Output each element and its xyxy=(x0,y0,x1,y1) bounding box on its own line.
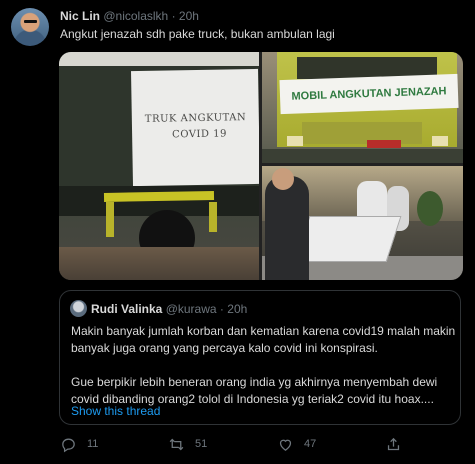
author-handle[interactable]: @nicolaslkh xyxy=(103,9,168,23)
media-grid: TRUK ANGKUTAN COVID 19 MOBIL ANGKUTAN JE… xyxy=(59,52,463,280)
quoted-tweet[interactable]: Rudi Valinka @kurawa · 20h Makin banyak … xyxy=(59,290,461,425)
author-name[interactable]: Nic Lin xyxy=(60,9,100,23)
like-button[interactable]: 47 xyxy=(277,432,316,456)
photo-truck-front[interactable]: MOBIL ANGKUTAN JENAZAH xyxy=(262,52,463,163)
license-plate xyxy=(367,140,401,148)
show-thread-link[interactable]: Show this thread xyxy=(71,404,160,418)
share-icon xyxy=(387,437,400,450)
tweet-text: Angkut jenazah sdh pake truck, bukan amb… xyxy=(60,27,335,41)
retweet-button[interactable]: 51 xyxy=(168,432,207,456)
reply-icon xyxy=(62,438,75,452)
tweet-actions: 11 51 47 xyxy=(0,432,475,456)
quoted-author-handle: @kurawa xyxy=(165,302,217,316)
truck-banner-line1: TRUK ANGKUTAN xyxy=(144,112,247,125)
share-button[interactable] xyxy=(385,432,402,456)
photo-coffin-loading[interactable] xyxy=(262,166,463,280)
quoted-paragraph-2: Gue berpikir lebih beneran orang india y… xyxy=(71,375,438,406)
retweet-icon xyxy=(169,438,184,450)
like-count: 47 xyxy=(304,438,317,450)
hearse-banner: MOBIL ANGKUTAN JENAZAH xyxy=(279,73,459,115)
photo-truck-covid[interactable]: TRUK ANGKUTAN COVID 19 xyxy=(59,52,259,280)
quoted-tweet-text: Makin banyak jumlah korban dan kematian … xyxy=(71,323,456,408)
reply-count: 11 xyxy=(87,438,99,450)
quoted-paragraph-1: Makin banyak jumlah korban dan kematian … xyxy=(71,324,456,355)
tweet[interactable]: Nic Lin @nicolaslkh · 20h Angkut jenazah… xyxy=(0,0,475,464)
author-avatar[interactable] xyxy=(11,8,49,46)
quoted-tweet-header: Rudi Valinka @kurawa · 20h xyxy=(91,302,247,316)
truck-banner: TRUK ANGKUTAN COVID 19 xyxy=(131,68,259,187)
retweet-count: 51 xyxy=(195,438,208,450)
truck-banner-line2: COVID 19 xyxy=(172,128,227,141)
quoted-dot-separator: · xyxy=(219,302,224,316)
quoted-tweet-time: 20h xyxy=(227,302,248,316)
quoted-author-name: Rudi Valinka xyxy=(91,302,163,316)
reply-button[interactable]: 11 xyxy=(60,432,98,456)
coffin xyxy=(294,216,402,262)
tweet-header: Nic Lin @nicolaslkh · 20h xyxy=(60,9,199,23)
quoted-author-avatar xyxy=(70,300,87,317)
tweet-time[interactable]: 20h xyxy=(179,9,199,23)
dot-separator: · xyxy=(171,9,176,23)
heart-icon xyxy=(279,439,292,451)
